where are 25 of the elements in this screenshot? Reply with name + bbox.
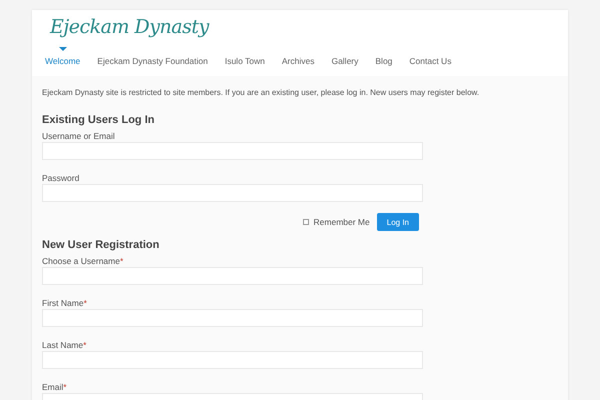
field-label: Last Name <box>42 340 84 350</box>
checkbox[interactable] <box>302 219 309 225</box>
required-mark: * <box>84 298 87 308</box>
field-label: Username or Email <box>42 131 116 142</box>
login-button[interactable]: Log In <box>376 213 419 231</box>
intro-text: Ejeckam Dynasty site is restricted to site members. If you are an existing user, please log in. New users may register below. <box>42 88 480 97</box>
field-label: Password <box>42 173 80 184</box>
required-mark: * <box>63 382 67 392</box>
field-label: Email <box>42 382 64 392</box>
nav-link[interactable]: Welcome <box>45 56 80 66</box>
required-mark: * <box>83 340 86 350</box>
field-label: Choose a Username <box>42 256 120 266</box>
nav-link[interactable]: Blog <box>375 56 392 66</box>
nav-link[interactable]: Archives <box>282 56 314 66</box>
required-mark: * <box>120 256 124 266</box>
checkbox-label: Remember Me <box>314 217 370 227</box>
nav-link[interactable]: Ejeckam Dynasty Foundation <box>97 56 208 66</box>
caret-icon <box>59 47 67 51</box>
field-label: First Name <box>42 298 84 308</box>
nav-link[interactable]: Isulo Town <box>224 56 265 66</box>
site-logo[interactable]: Ejeckam Dynasty <box>45 10 568 42</box>
section-heading: New User Registration <box>42 239 160 251</box>
nav-link[interactable]: Contact Us <box>409 56 452 66</box>
nav-link[interactable]: Gallery <box>331 56 358 66</box>
section-heading: Existing Users Log In <box>42 114 156 126</box>
